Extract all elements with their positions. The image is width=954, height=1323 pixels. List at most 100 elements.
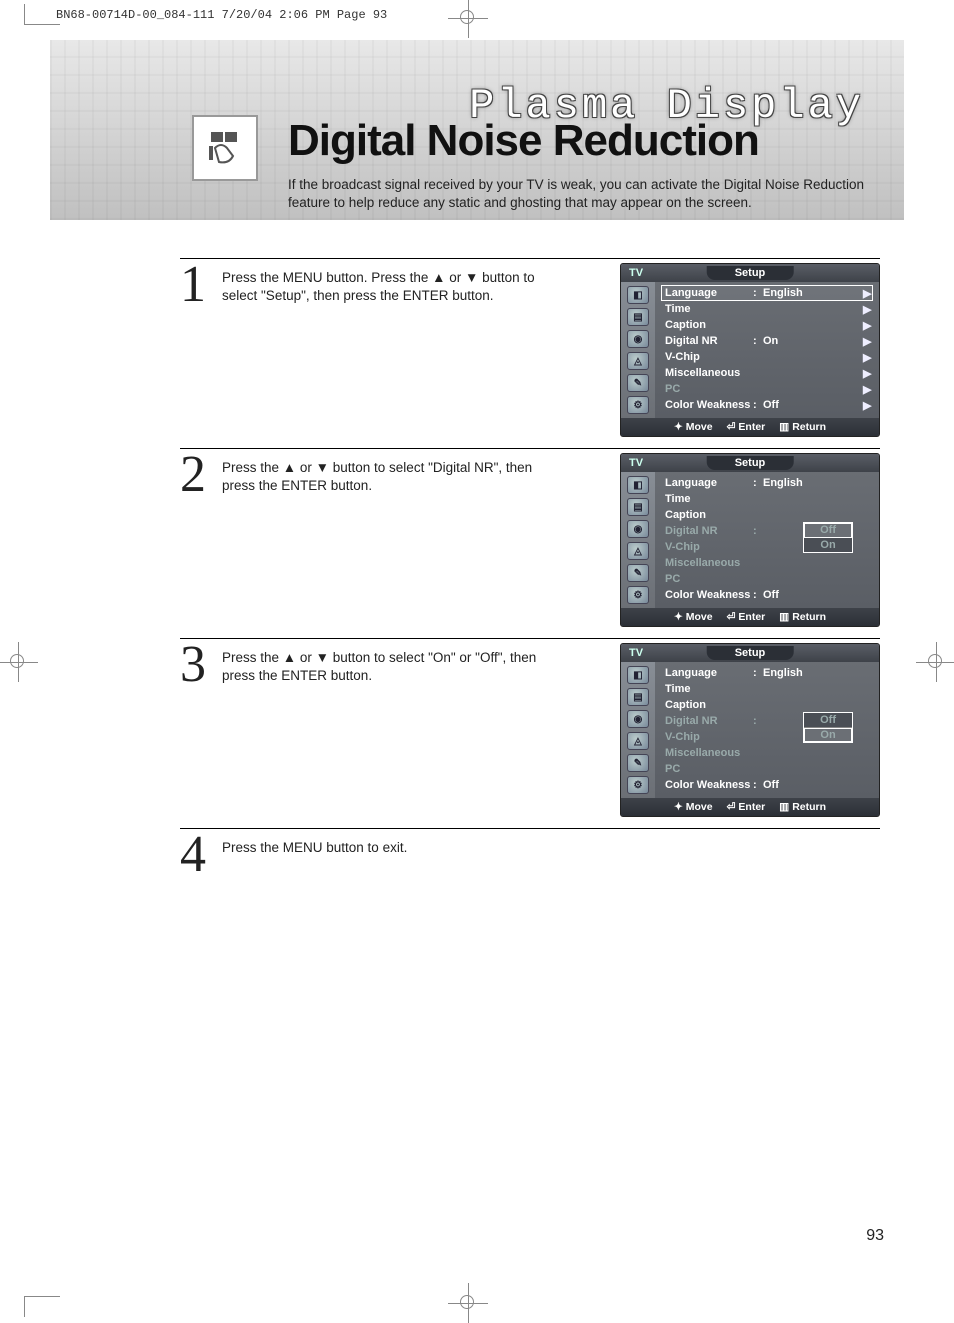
arrow-right-icon: ▶ [863, 351, 873, 364]
osd-category-icon: ◬ [627, 542, 649, 560]
step-text: Press the ▲ or ▼ button to select "On" o… [222, 649, 562, 685]
osd-row: Color Weakness:Off▶ [661, 397, 873, 413]
osd-hint-return: ▥Return [779, 421, 826, 433]
arrow-right-icon: ▶ [863, 383, 873, 396]
arrow-right-icon: ▶ [863, 319, 873, 332]
osd-row-label: Time [661, 493, 753, 505]
osd-category-icon: ▤ [627, 688, 649, 706]
osd-row: Language:English [661, 475, 873, 491]
osd-rows: Language:EnglishTimeCaptionDigital NR:Of… [655, 472, 879, 608]
osd-hint-enter: ⏎Enter [727, 801, 766, 813]
osd-category-icon: ⚙ [627, 396, 649, 414]
osd-row-value: Off [763, 589, 873, 601]
osd-row: V-Chip▶ [661, 349, 873, 365]
osd-row-label: Color Weakness [661, 399, 753, 411]
osd-row-value: Off [763, 399, 863, 411]
osd-row: Caption [661, 697, 873, 713]
osd-colon: : [753, 715, 763, 727]
osd-tv-label: TV [621, 457, 651, 469]
crop-mark [24, 24, 60, 25]
arrow-right-icon: ▶ [863, 303, 873, 316]
osd-row-label: Color Weakness [661, 589, 753, 601]
step-number: 3 [180, 639, 206, 691]
osd-rows: Language:English▶Time▶Caption▶Digital NR… [655, 282, 879, 418]
osd-row: PC [661, 571, 873, 587]
osd-footer: ✦Move⏎Enter▥Return [621, 608, 879, 626]
osd-hint-enter: ⏎Enter [727, 611, 766, 623]
osd-row: PC ▶ [661, 381, 873, 397]
osd-menu-title: Setup [707, 456, 794, 470]
step-text: Press the ▲ or ▼ button to select "Digit… [222, 459, 562, 495]
osd-row: Miscellaneous ▶ [661, 365, 873, 381]
osd-tv-label: TV [621, 267, 651, 279]
osd-row: V-Chip [661, 729, 873, 745]
osd-row-label: Caption [661, 319, 753, 331]
osd-row-label: Digital NR [661, 525, 753, 537]
osd-row: Caption [661, 507, 873, 523]
osd-category-icon: ◧ [627, 476, 649, 494]
osd-colon: : [753, 399, 763, 411]
osd-category-icons: ◧▤◉◬✎⚙ [621, 282, 655, 418]
osd-row-label: V-Chip [661, 731, 753, 743]
step-4: 4 Press the MENU button to exit. [180, 828, 880, 888]
osd-footer: ✦Move⏎Enter▥Return [621, 798, 879, 816]
osd-category-icon: ✎ [627, 374, 649, 392]
osd-panel: TVSetup◧▤◉◬✎⚙Language:EnglishTimeCaption… [620, 453, 880, 627]
osd-category-icon: ◉ [627, 520, 649, 538]
osd-colon: : [753, 667, 763, 679]
osd-menu-title: Setup [707, 646, 794, 660]
osd-row: Miscellaneous [661, 745, 873, 761]
osd-row: Digital NR:OffOn [661, 523, 873, 539]
osd-row-value: English [763, 287, 863, 299]
osd-footer: ✦Move⏎Enter▥Return [621, 418, 879, 436]
osd-row-label: Digital NR [661, 715, 753, 727]
osd-tv-label: TV [621, 647, 651, 659]
arrow-right-icon: ▶ [863, 367, 873, 380]
osd-screenshot-1: TVSetup◧▤◉◬✎⚙Language:English▶Time▶Capti… [620, 263, 880, 437]
osd-category-icon: ▤ [627, 498, 649, 516]
osd-colon: : [753, 335, 763, 347]
osd-colon: : [753, 477, 763, 489]
osd-category-icon: ✎ [627, 754, 649, 772]
arrow-right-icon: ▶ [863, 287, 873, 300]
step-number: 4 [180, 829, 206, 881]
osd-row: Caption ▶ [661, 317, 873, 333]
osd-row-label: Time [661, 683, 753, 695]
osd-row: Time [661, 681, 873, 697]
osd-category-icon: ◉ [627, 330, 649, 348]
step-3: 3 Press the ▲ or ▼ button to select "On"… [180, 638, 880, 812]
arrow-right-icon: ▶ [863, 399, 873, 412]
osd-row: Color Weakness:Off [661, 587, 873, 603]
osd-hint-move: ✦Move [674, 801, 713, 813]
osd-row: Miscellaneous [661, 555, 873, 571]
osd-row-label: Miscellaneous [661, 367, 753, 379]
osd-row-label: PC [661, 383, 753, 395]
osd-screenshot-2: TVSetup◧▤◉◬✎⚙Language:EnglishTimeCaption… [620, 453, 880, 627]
osd-row: Digital NR:On▶ [661, 333, 873, 349]
osd-category-icon: ◬ [627, 732, 649, 750]
osd-option: Off [804, 713, 852, 728]
osd-category-icon: ⚙ [627, 776, 649, 794]
osd-row-label: Color Weakness [661, 779, 753, 791]
step-number: 2 [180, 449, 206, 501]
osd-category-icon: ◉ [627, 710, 649, 728]
osd-rows: Language:English Time Caption Digital NR: Of… [655, 662, 879, 798]
registration-mark [0, 642, 38, 682]
osd-row: PC [661, 761, 873, 777]
osd-category-icon: ◧ [627, 286, 649, 304]
osd-category-icons: ◧▤◉◬✎⚙ [621, 662, 655, 798]
osd-row-label: PC [661, 763, 753, 775]
step-1: 1 Press the MENU button. Press the ▲ or … [180, 258, 880, 432]
print-header: BN68-00714D-00_084-111 7/20/04 2:06 PM P… [56, 8, 387, 22]
section-icon [192, 115, 258, 181]
crop-mark [24, 4, 25, 24]
registration-mark [448, 1283, 488, 1323]
osd-option: Off [804, 523, 852, 538]
osd-row-label: Time [661, 303, 753, 315]
osd-panel: TVSetup◧▤◉◬✎⚙Language:EnglishTimeCaption… [620, 643, 880, 817]
osd-menu-title: Setup [707, 266, 794, 280]
osd-category-icon: ◬ [627, 352, 649, 370]
arrow-right-icon: ▶ [863, 335, 873, 348]
osd-row-label: Caption [661, 699, 753, 711]
osd-row: Language:English [661, 665, 873, 681]
